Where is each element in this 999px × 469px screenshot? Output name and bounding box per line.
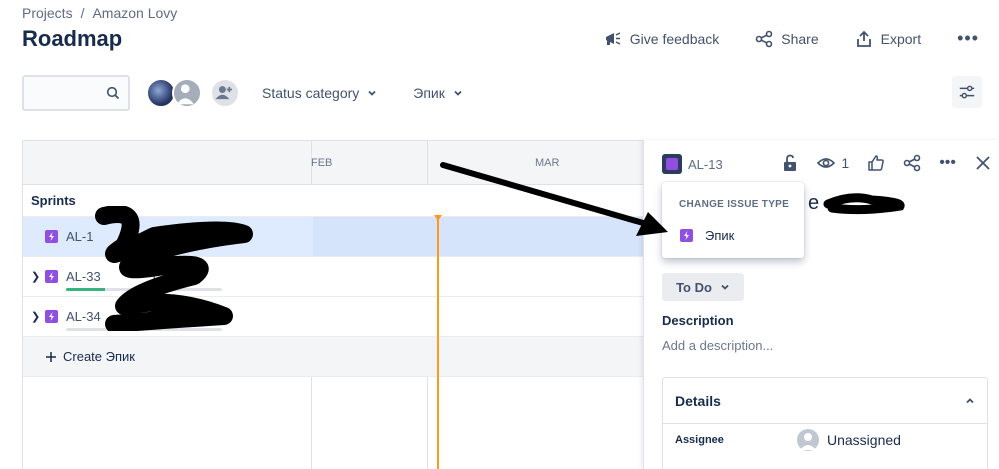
watchers-count: 1 — [841, 155, 850, 171]
today-marker — [434, 215, 442, 221]
assignee-label: Assignee — [675, 434, 724, 446]
create-epic-button[interactable]: Create Эпик — [45, 349, 135, 364]
add-people-button[interactable] — [210, 78, 240, 108]
chevron-right-icon[interactable]: ❯ — [31, 270, 40, 283]
epic-icon — [680, 229, 693, 242]
menu-heading: CHANGE ISSUE TYPE — [679, 199, 790, 210]
chevron-down-icon — [454, 90, 462, 96]
export-label: Export — [880, 30, 922, 47]
breadcrumb-project[interactable]: Amazon Lovy — [92, 5, 177, 21]
watchers-button[interactable]: 1 — [817, 154, 849, 172]
sprints-label: Sprints — [31, 193, 76, 208]
megaphone-icon — [605, 31, 621, 45]
panel-issue-key[interactable]: AL-13 — [688, 157, 723, 172]
top-actions: Give feedback Share Export ••• — [604, 28, 979, 49]
panel-header: AL-13 1 ••• — [662, 154, 992, 174]
share-icon[interactable] — [903, 154, 921, 172]
details-section: Details Assignee Unassigned — [662, 377, 988, 469]
avatar[interactable] — [172, 78, 202, 108]
thumbs-up-icon[interactable] — [867, 154, 885, 172]
details-header[interactable]: Details — [663, 378, 987, 424]
today-line — [437, 217, 439, 469]
menu-item-label: Эпик — [705, 228, 735, 243]
title-redaction-scribble — [823, 193, 905, 215]
give-feedback-label: Give feedback — [629, 30, 720, 47]
description-field[interactable]: Add a description... — [662, 338, 773, 353]
more-actions-button[interactable]: ••• — [957, 28, 979, 49]
breadcrumb-separator: / — [80, 5, 85, 21]
breadcrumb: Projects / Amazon Lovy — [22, 5, 177, 21]
epic-icon — [666, 158, 678, 170]
assignee-field[interactable]: Unassigned — [797, 429, 901, 451]
redaction-scribble — [95, 206, 253, 331]
epic-icon — [45, 310, 58, 323]
eye-icon — [817, 158, 836, 168]
give-feedback-button[interactable]: Give feedback — [604, 30, 720, 48]
gantt-row-background — [313, 217, 644, 256]
epic-filter[interactable]: Эпик — [413, 85, 463, 101]
month-label: FEB — [311, 157, 333, 169]
status-dropdown[interactable]: To Do — [662, 273, 744, 301]
view-settings-button[interactable] — [952, 76, 982, 108]
status-label: To Do — [676, 279, 712, 295]
chevron-down-icon — [368, 90, 376, 96]
create-row: Create Эпик — [23, 337, 644, 377]
chevron-right-icon[interactable]: ❯ — [31, 310, 40, 323]
status-category-filter[interactable]: Status category — [262, 85, 377, 101]
sliders-icon — [959, 85, 975, 99]
epic-filter-label: Эпик — [413, 85, 445, 101]
share-icon — [755, 30, 773, 47]
issue-type-button[interactable] — [662, 154, 682, 174]
search-input[interactable] — [24, 77, 104, 109]
user-icon — [176, 84, 194, 105]
details-label: Details — [675, 392, 721, 409]
chevron-down-icon — [721, 284, 729, 290]
plus-icon — [46, 351, 56, 362]
share-button[interactable]: Share — [755, 30, 819, 48]
user-icon — [800, 433, 816, 450]
month-label: MAR — [535, 157, 560, 169]
epic-icon — [45, 270, 58, 283]
avatar — [797, 429, 819, 451]
assignee-row: Assignee Unassigned — [675, 429, 975, 451]
epic-icon — [45, 230, 58, 243]
status-category-label: Status category — [262, 85, 360, 101]
issue-title[interactable]: e — [808, 192, 819, 215]
toolbar: Status category Эпик — [22, 74, 982, 112]
panel-actions: 1 ••• — [781, 154, 992, 172]
close-icon[interactable] — [974, 154, 992, 172]
search-box — [22, 75, 130, 111]
page-title: Roadmap — [22, 26, 123, 51]
change-issue-type-menu: CHANGE ISSUE TYPE Эпик — [662, 182, 804, 258]
unlock-icon[interactable] — [781, 154, 799, 172]
export-icon — [856, 30, 871, 47]
share-label: Share — [781, 30, 819, 47]
create-epic-label: Create Эпик — [63, 349, 135, 364]
menu-item-epic[interactable]: Эпик — [680, 228, 734, 243]
export-button[interactable]: Export — [855, 30, 921, 48]
more-icon[interactable]: ••• — [939, 154, 956, 172]
breadcrumb-projects[interactable]: Projects — [22, 5, 73, 21]
add-user-icon — [215, 86, 232, 100]
description-label: Description — [662, 313, 734, 328]
chevron-up-icon — [966, 397, 974, 403]
avatar-group — [146, 78, 240, 108]
assignee-value: Unassigned — [827, 432, 901, 448]
search-icon — [106, 86, 120, 100]
